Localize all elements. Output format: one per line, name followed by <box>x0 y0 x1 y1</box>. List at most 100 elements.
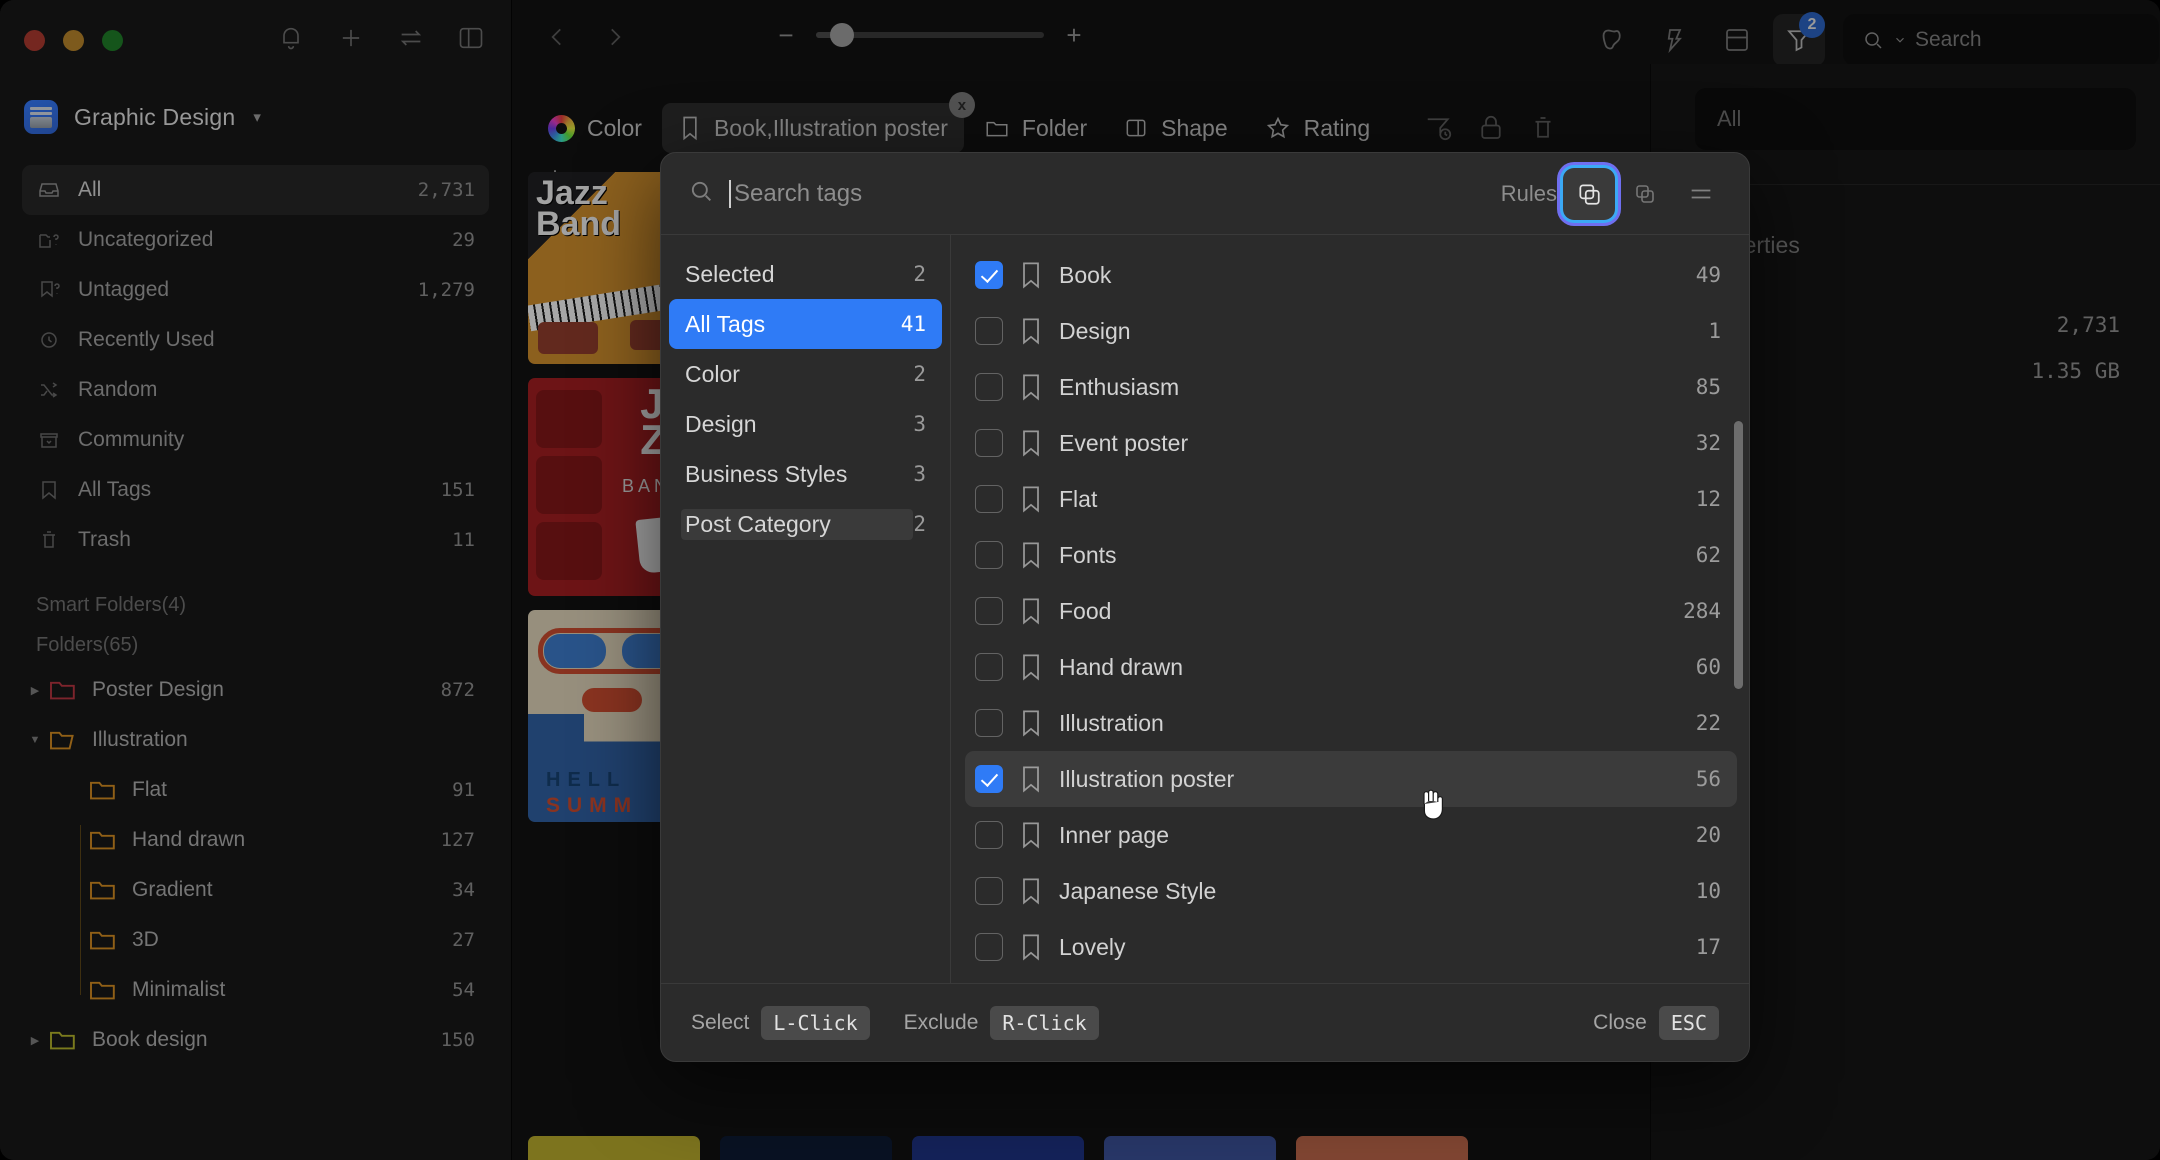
bookmark-icon <box>1023 430 1039 457</box>
tag-category-design[interactable]: Design 3 <box>669 399 942 449</box>
tag-filter-dialog: Search tags Rules Selected 2 All Tags 41 Col… <box>660 152 1750 1062</box>
tag-row[interactable]: Flat 12 <box>965 471 1737 527</box>
tag-label: Illustration poster <box>1059 765 1235 792</box>
rules-label: Rules <box>1500 180 1557 206</box>
bookmark-icon <box>1023 710 1039 737</box>
bookmark-icon <box>1023 542 1039 569</box>
tag-category-label: All Tags <box>685 310 766 337</box>
tag-checkbox[interactable] <box>975 597 1003 625</box>
tag-row[interactable]: Illustration poster 56 <box>965 751 1737 807</box>
tag-label: Book <box>1059 261 1112 288</box>
dialog-body: Selected 2 All Tags 41 Color 2 Design 3 Business… <box>661 235 1749 983</box>
tag-label: Food <box>1059 597 1112 624</box>
tag-category-list: Selected 2 All Tags 41 Color 2 Design 3 Business… <box>661 235 951 983</box>
select-hint: Select L-Click <box>691 1005 870 1040</box>
tag-label: Enthusiasm <box>1059 373 1180 400</box>
tag-row[interactable]: Fonts 62 <box>965 527 1737 583</box>
tag-checkbox[interactable] <box>975 485 1003 513</box>
tag-label: Event poster <box>1059 429 1189 456</box>
bookmark-icon <box>1023 654 1039 681</box>
tag-count: 32 <box>1695 431 1721 455</box>
tag-label: Design <box>1059 317 1131 344</box>
tag-count: 1 <box>1708 319 1721 343</box>
exclude-hint-key: R-Click <box>990 1005 1099 1040</box>
bookmark-icon <box>1023 934 1039 961</box>
select-hint-key: L-Click <box>761 1005 870 1040</box>
close-hint: Close ESC <box>1593 1005 1719 1040</box>
dialog-mode-buttons <box>1563 167 1727 220</box>
tag-label: Hand drawn <box>1059 653 1184 680</box>
tag-row[interactable]: Event poster 32 <box>965 415 1737 471</box>
bookmark-icon <box>1023 766 1039 793</box>
tag-category-label: Selected <box>685 260 775 287</box>
tag-checkbox[interactable] <box>975 261 1003 289</box>
bookmark-icon <box>1023 878 1039 905</box>
tag-row[interactable]: Japanese Style 10 <box>965 863 1737 919</box>
tag-checkbox[interactable] <box>975 765 1003 793</box>
match-any-icon[interactable] <box>1619 168 1671 220</box>
bookmark-icon <box>1023 318 1039 345</box>
tag-list-scrollbar[interactable] <box>1734 421 1743 689</box>
tag-category-color[interactable]: Color 2 <box>669 349 942 399</box>
tag-category-count: 3 <box>913 462 926 486</box>
tag-row[interactable]: Design 1 <box>965 303 1737 359</box>
tag-count: 60 <box>1695 655 1721 679</box>
tag-row[interactable]: Lovely 17 <box>965 919 1737 975</box>
tag-category-count: 2 <box>913 362 926 386</box>
tag-checkbox[interactable] <box>975 373 1003 401</box>
bookmark-icon <box>1023 822 1039 849</box>
search-tags-input[interactable]: Search tags <box>734 180 1501 208</box>
tag-category-post-category[interactable]: Post Category 2 <box>669 499 942 549</box>
tag-category-business-styles[interactable]: Business Styles 3 <box>669 449 942 499</box>
tag-row[interactable]: Packaging42 <box>965 975 1737 983</box>
tag-label: Flat <box>1059 485 1098 512</box>
tag-label: Fonts <box>1059 541 1117 568</box>
tag-count: 17 <box>1695 935 1721 959</box>
app-window: Graphic Design ▾ All 2,731 Uncategorized 29… <box>0 0 2160 1160</box>
tag-row[interactable]: Book 49 <box>965 247 1737 303</box>
tag-category-count: 2 <box>913 262 926 286</box>
tag-count: 49 <box>1695 263 1721 287</box>
tag-category-all-tags[interactable]: All Tags 41 <box>669 299 942 349</box>
tag-count: 62 <box>1695 543 1721 567</box>
tag-checkbox[interactable] <box>975 429 1003 457</box>
tag-category-count: 2 <box>913 512 926 536</box>
tag-count: 12 <box>1695 487 1721 511</box>
close-hint-label: Close <box>1593 1010 1647 1034</box>
tag-row[interactable]: Illustration 22 <box>965 695 1737 751</box>
menu-icon[interactable] <box>1675 168 1727 220</box>
tag-row[interactable]: Enthusiasm 85 <box>965 359 1737 415</box>
tag-count: 56 <box>1695 767 1721 791</box>
tag-checkbox[interactable] <box>975 877 1003 905</box>
tag-list: Book 49 Design 1 Enthusiasm 85 Event poster 32 F… <box>951 235 1749 983</box>
dialog-header: Search tags Rules <box>661 153 1749 235</box>
tag-label: Lovely <box>1059 933 1126 960</box>
text-caret <box>729 179 731 208</box>
tag-count: 284 <box>1683 599 1721 623</box>
bookmark-icon <box>1023 262 1039 289</box>
exclude-hint-label: Exclude <box>903 1010 979 1034</box>
tag-label: Japanese Style <box>1059 877 1217 904</box>
tag-category-count: 3 <box>913 412 926 436</box>
bookmark-icon <box>1023 374 1039 401</box>
tag-category-selected[interactable]: Selected 2 <box>669 249 942 299</box>
bookmark-icon <box>1023 486 1039 513</box>
tag-row[interactable]: Hand drawn 60 <box>965 639 1737 695</box>
tag-row[interactable]: Food 284 <box>965 583 1737 639</box>
dialog-footer: Select L-Click Exclude R-Click Close ESC <box>661 983 1749 1061</box>
tag-checkbox[interactable] <box>975 821 1003 849</box>
tag-row[interactable]: Inner page 20 <box>965 807 1737 863</box>
tag-count: 10 <box>1695 879 1721 903</box>
match-all-icon[interactable] <box>1563 167 1615 220</box>
tag-checkbox[interactable] <box>975 709 1003 737</box>
tag-count: 20 <box>1695 823 1721 847</box>
tag-checkbox[interactable] <box>975 933 1003 961</box>
exclude-hint: Exclude R-Click <box>903 1005 1099 1040</box>
tag-checkbox[interactable] <box>975 541 1003 569</box>
bookmark-icon <box>1023 598 1039 625</box>
tag-checkbox[interactable] <box>975 317 1003 345</box>
select-hint-label: Select <box>691 1010 750 1034</box>
tag-category-label: Post Category <box>681 508 914 540</box>
tag-category-count: 41 <box>900 312 926 336</box>
tag-checkbox[interactable] <box>975 653 1003 681</box>
